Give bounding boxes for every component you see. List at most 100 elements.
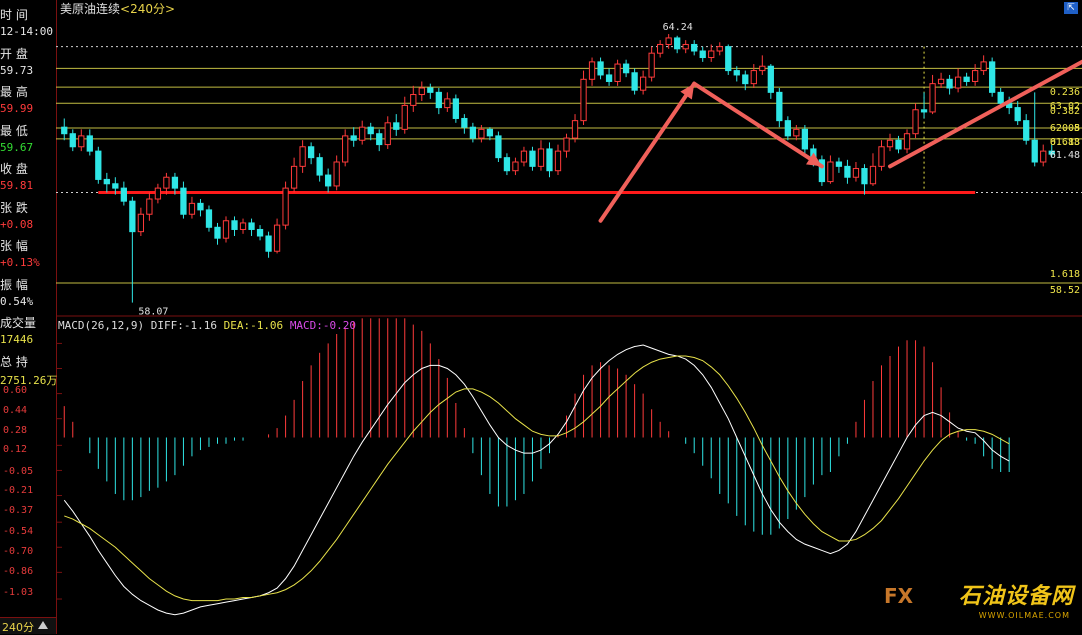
candle-body — [120, 187, 127, 202]
candle-body — [852, 168, 860, 178]
fib-label: 0.5 — [1062, 123, 1080, 134]
candle-body — [895, 139, 902, 150]
candle-body — [112, 183, 119, 189]
candle-body — [801, 128, 809, 150]
candle-body — [691, 43, 698, 52]
candle-body — [495, 135, 502, 159]
candle-body — [708, 50, 715, 59]
candle-body — [486, 128, 494, 137]
candle-body — [563, 137, 570, 152]
sidebar-label-5: 张 跌 — [0, 200, 28, 215]
sidebar-value-1: 59.73 — [0, 63, 34, 77]
candle-body — [682, 43, 689, 50]
candle-body — [86, 135, 93, 152]
candle-body — [1031, 139, 1038, 163]
candle-body — [401, 104, 408, 130]
candle-body — [631, 72, 638, 91]
sidebar-label-7: 振 幅 — [0, 277, 28, 292]
sidebar-label-2: 最 高 — [0, 85, 28, 99]
candle-body — [954, 76, 962, 89]
candle-body — [699, 50, 706, 59]
candle-body — [784, 120, 791, 137]
period-tab[interactable]: 240分 — [0, 617, 56, 634]
candle-body — [997, 91, 1004, 104]
sidebar-value-3: 59.67 — [0, 140, 34, 154]
low-label: 58.07 — [138, 307, 168, 318]
macd-axis-tick: 0.12 — [3, 444, 28, 456]
candle-body — [273, 224, 281, 252]
high-label: 64.24 — [663, 22, 693, 33]
candle-body — [1023, 120, 1030, 141]
last-price-label: 61.48 — [1050, 150, 1080, 161]
chart-canvas[interactable]: 0.23663.020.38262.080.50.61861.831.61858… — [56, 0, 1082, 618]
candle-body — [333, 161, 340, 187]
macd-axis-tick: -0.86 — [3, 565, 34, 577]
candle-body — [554, 150, 562, 172]
candle-body — [971, 70, 979, 82]
macd-dea-line — [64, 355, 1010, 602]
candle-body — [180, 187, 187, 215]
candle-body — [912, 109, 919, 135]
fib-label: 1.618 — [1050, 269, 1080, 280]
candle-body — [929, 83, 936, 113]
candle-body — [461, 117, 468, 128]
candle-body — [393, 122, 400, 130]
up-arrow-icon[interactable] — [38, 621, 48, 629]
watermark-logo: FX 石油设备网 WWW.OILMAE.COM — [844, 583, 1074, 620]
candle-body — [61, 126, 68, 135]
candle-body — [861, 168, 868, 185]
candle-body — [793, 128, 800, 137]
candle-body — [214, 226, 221, 239]
candle-body — [1040, 150, 1047, 163]
candle-body — [886, 139, 894, 148]
candle-body — [290, 165, 298, 189]
candle-body — [665, 37, 672, 45]
macd-dea-label: DEA:-1.06 — [223, 319, 284, 332]
candle-body — [154, 187, 162, 200]
sidebar-label-3: 最 低 — [0, 123, 28, 138]
candle-body — [137, 213, 145, 233]
candle-body — [989, 61, 996, 93]
candle-body — [648, 52, 655, 78]
candle-body — [759, 65, 766, 72]
candle-body — [299, 146, 306, 167]
sidebar-value-4: 59.81 — [0, 179, 34, 192]
candle-body — [903, 133, 911, 150]
candle-body — [580, 78, 587, 122]
candle-body — [835, 161, 843, 167]
candle-body — [444, 98, 451, 109]
candle-body — [163, 176, 170, 189]
macd-axis-tick: -0.70 — [3, 546, 34, 558]
sidebar-label-0: 时 间 — [0, 8, 28, 22]
candle-body — [188, 202, 196, 215]
candle-body — [520, 150, 528, 163]
fib-label: 58.52 — [1050, 285, 1080, 296]
candle-body — [725, 46, 732, 72]
candle-body — [963, 76, 970, 82]
sidebar-label-1: 开 盘 — [0, 46, 28, 61]
sidebar-value-2: 59.99 — [0, 102, 34, 115]
candle-body — [588, 61, 596, 80]
candle-body — [197, 202, 204, 211]
candle-body — [674, 37, 681, 50]
candle-body — [78, 135, 85, 148]
macd-params: MACD(26,12,9) — [58, 319, 145, 332]
candle-body — [546, 148, 553, 172]
candle-body — [256, 228, 264, 237]
sidebar-value-8: 17446 — [0, 333, 34, 346]
macd-axis-tick: 0.28 — [3, 424, 28, 436]
macd-axis-tick: -0.54 — [3, 526, 34, 538]
sidebar-label-9: 总 持 — [0, 354, 28, 369]
sidebar-value-5: +0.08 — [0, 217, 34, 231]
candle-body — [733, 70, 740, 76]
macd-axis-tick: -0.05 — [3, 465, 34, 477]
candle-body — [571, 120, 579, 139]
watermark-url: WWW.OILMAE.COM — [978, 611, 1070, 620]
macd-diff-line — [63, 344, 1010, 616]
candle-body — [844, 165, 851, 178]
sidebar-label-8: 成交量 — [0, 316, 37, 330]
macd-axis-tick: -0.37 — [3, 505, 34, 517]
candle-body — [222, 220, 230, 239]
candle-body — [1014, 107, 1021, 122]
candle-body — [367, 126, 374, 135]
